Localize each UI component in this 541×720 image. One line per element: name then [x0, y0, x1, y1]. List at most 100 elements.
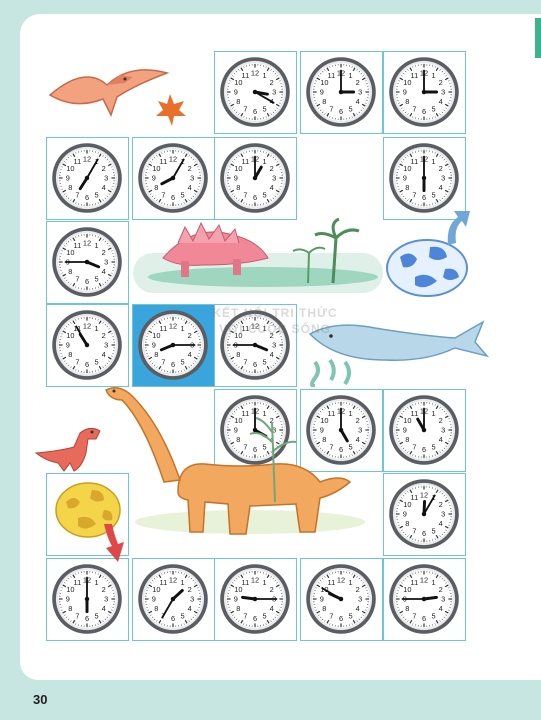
clock-numeral: 7 — [412, 442, 416, 451]
clock-numeral: 11 — [411, 157, 419, 166]
clock-numeral: 11 — [328, 71, 336, 80]
clock-numeral: 11 — [160, 578, 168, 587]
analog-clock: 123456789101112 — [389, 143, 459, 213]
clock-numeral: 7 — [412, 190, 416, 199]
clock-numeral: 4 — [356, 604, 360, 613]
clock-numeral: 8 — [405, 183, 409, 192]
clock-numeral: 5 — [349, 104, 353, 113]
clock-numeral: 6 — [422, 614, 426, 623]
watermark-line-2: VỚI CUỘC SỐNG — [219, 322, 331, 336]
clock-numeral: 2 — [439, 164, 443, 173]
clock-numeral: 3 — [441, 174, 445, 183]
clock-numeral: 2 — [270, 78, 274, 87]
clock-numeral: 5 — [95, 611, 99, 620]
clock-numeral: 8 — [68, 350, 72, 359]
clock-numeral: 1 — [432, 157, 436, 166]
clock-numeral: 4 — [102, 350, 106, 359]
clock-numeral: 2 — [439, 78, 443, 87]
clock-numeral: 11 — [411, 578, 419, 587]
analog-clock: 123456789101112 — [389, 564, 459, 634]
clock-numeral: 2 — [102, 331, 106, 340]
clock-numeral: 3 — [441, 595, 445, 604]
clock-numeral: 7 — [412, 104, 416, 113]
clock-numeral: 6 — [422, 193, 426, 202]
clock-numeral: 3 — [190, 595, 194, 604]
clock-numeral: 6 — [339, 107, 343, 116]
clock-numeral: 5 — [181, 190, 185, 199]
clock-numeral: 6 — [85, 193, 89, 202]
watermark-line-1: KẾT NỐI TRI THỨC — [212, 306, 338, 320]
analog-clock: 123456789101112 — [389, 395, 459, 465]
clock-numeral: 11 — [160, 157, 168, 166]
clock-numeral: 7 — [161, 357, 165, 366]
clock-numeral: 2 — [439, 500, 443, 509]
analog-clock: 123456789101112 — [389, 479, 459, 549]
clock-numeral: 6 — [171, 614, 175, 623]
maze-cell: 123456789101112 — [132, 558, 215, 641]
clock-numeral: 11 — [242, 157, 250, 166]
clock-numeral: 4 — [188, 350, 192, 359]
clock-numeral: 1 — [432, 409, 436, 418]
clock-numeral: 12 — [83, 238, 91, 247]
analog-clock: 123456789101112 — [52, 310, 122, 380]
clock-numeral: 2 — [270, 585, 274, 594]
maze-cell: 123456789101112 — [214, 558, 297, 641]
clock-numeral: 11 — [160, 324, 168, 333]
clock-numeral: 2 — [270, 164, 274, 173]
clock-numeral: 3 — [104, 174, 108, 183]
clock-numeral: 7 — [75, 357, 79, 366]
clock-numeral: 4 — [102, 267, 106, 276]
up-arrow-blue-icon — [447, 211, 470, 245]
long-neck-dinosaur-illustration — [105, 387, 365, 535]
clock-numeral: 2 — [188, 585, 192, 594]
clock-numeral: 2 — [188, 164, 192, 173]
maze-cell: 123456789101112 — [46, 221, 129, 304]
clock-numeral: 7 — [243, 611, 247, 620]
clock-numeral: 4 — [439, 519, 443, 528]
clock-numeral: 7 — [161, 190, 165, 199]
clock-numeral: 1 — [349, 71, 353, 80]
clock-numeral: 4 — [439, 97, 443, 106]
clock-numeral: 1 — [95, 324, 99, 333]
analog-clock: 123456789101112 — [138, 143, 208, 213]
clock-numeral: 11 — [411, 493, 419, 502]
clock-numeral: 1 — [263, 157, 267, 166]
clock-numeral: 4 — [102, 604, 106, 613]
clock-numeral: 12 — [251, 68, 259, 77]
clock-numeral: 7 — [75, 190, 79, 199]
clock-numeral: 2 — [439, 416, 443, 425]
clock-numeral: 8 — [236, 97, 240, 106]
clock-numeral: 6 — [85, 360, 89, 369]
small-red-dinosaur-illustration — [34, 427, 101, 472]
clock-numeral: 3 — [358, 88, 362, 97]
clock-numeral: 11 — [411, 409, 419, 418]
maze-cell: 123456789101112 — [132, 137, 215, 220]
clock-numeral: 7 — [329, 104, 333, 113]
maze-cell: 123456789101112 — [383, 558, 466, 641]
maze-cell: 123456789101112 — [46, 558, 129, 641]
clock-numeral: 3 — [441, 510, 445, 519]
clock-numeral: 9 — [403, 426, 407, 435]
clock-numeral: 6 — [253, 360, 257, 369]
maze-cell: 123456789101112 — [214, 51, 297, 134]
clock-numeral: 4 — [188, 183, 192, 192]
clock-numeral: 4 — [270, 183, 274, 192]
clock-numeral: 3 — [272, 341, 276, 350]
clock-numeral: 3 — [441, 88, 445, 97]
clock-numeral: 6 — [171, 193, 175, 202]
clock-numeral: 1 — [432, 71, 436, 80]
clock-numeral: 4 — [439, 604, 443, 613]
clock-numeral: 3 — [104, 341, 108, 350]
analog-clock: 123456789101112 — [220, 57, 290, 127]
clock-numeral: 7 — [412, 526, 416, 535]
clock-numeral: 8 — [405, 604, 409, 613]
clock-numeral: 12 — [83, 154, 91, 163]
clock-numeral: 9 — [234, 88, 238, 97]
analog-clock: 123456789101112 — [138, 564, 208, 634]
clock-numeral: 6 — [422, 107, 426, 116]
clock-numeral: 4 — [188, 604, 192, 613]
clock-numeral: 6 — [253, 614, 257, 623]
maple-leaf-illustration — [156, 94, 186, 126]
clock-numeral: 7 — [329, 611, 333, 620]
clock-numeral: 1 — [349, 578, 353, 587]
